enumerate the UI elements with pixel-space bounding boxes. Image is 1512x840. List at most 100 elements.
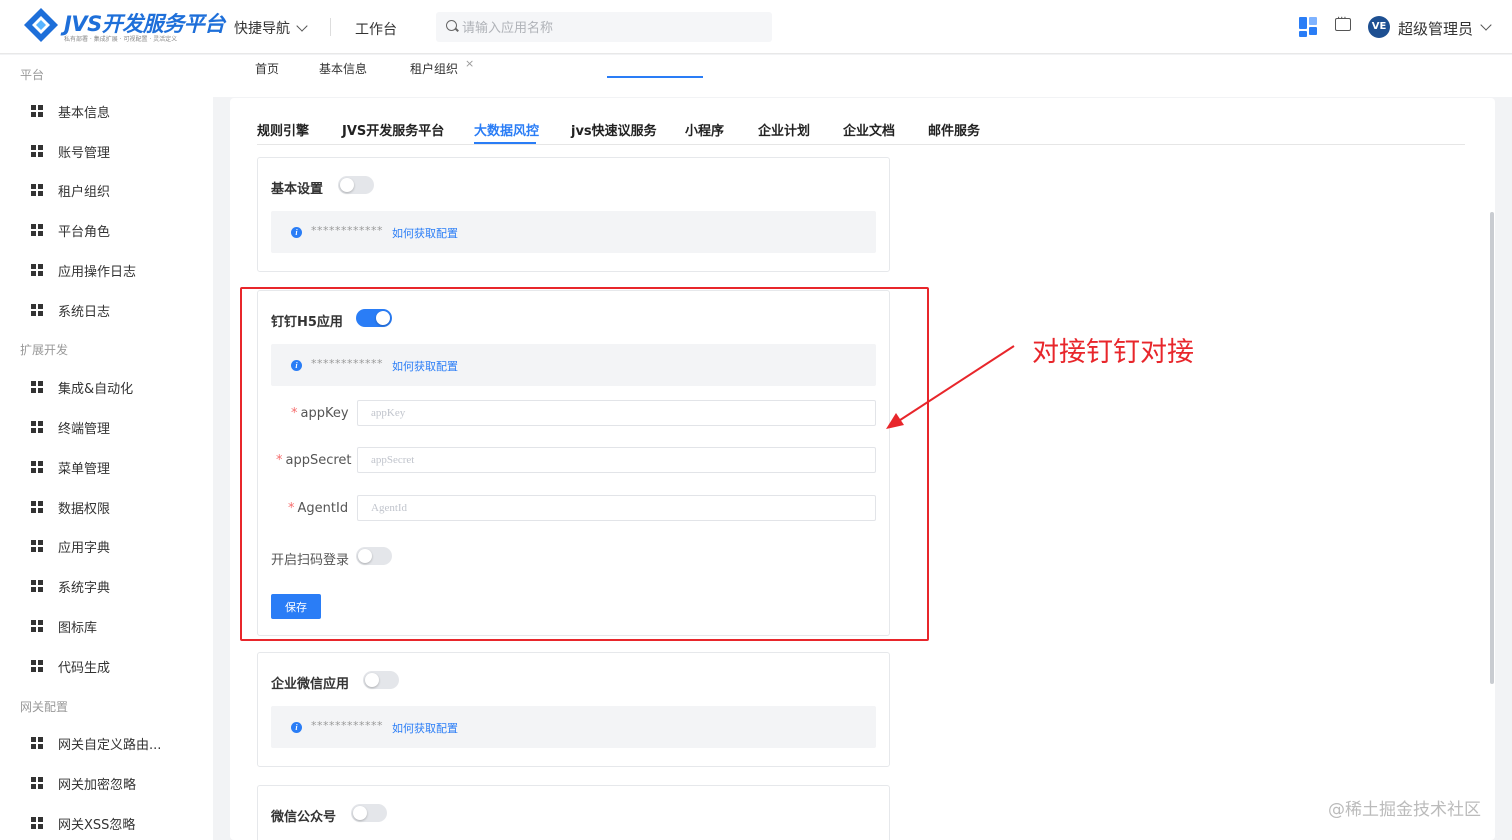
sidebar-item-label: 数据权限 xyxy=(58,502,111,517)
sidebar-item-system-log[interactable]: 系统日志 xyxy=(0,292,213,328)
grid-icon xyxy=(31,184,43,196)
sidebar-item-label: 网关XSS忽略 xyxy=(58,818,136,833)
masked-value: ************ xyxy=(311,224,383,237)
wechat-mp-toggle[interactable] xyxy=(351,804,387,822)
sidebar-item-basic-info[interactable]: 基本信息 xyxy=(0,93,213,129)
tab-home[interactable]: 首页 xyxy=(255,60,279,77)
how-to-config-link[interactable]: 如何获取配置 xyxy=(392,720,458,736)
close-icon[interactable]: × xyxy=(465,57,474,70)
sidebar-item-app-op-log[interactable]: 应用操作日志 xyxy=(0,252,213,288)
card-title: 企业微信应用 xyxy=(271,677,350,692)
grid-icon xyxy=(31,304,43,316)
search-icon xyxy=(446,20,457,31)
subtab-mail-service[interactable]: 邮件服务 xyxy=(928,120,980,139)
sidebar: 平台 基本信息 账号管理 租户组织 平台角色 应用操作日志 系统日志 扩展开发 … xyxy=(0,55,213,840)
quick-nav-menu[interactable]: 快捷导航 xyxy=(234,18,308,38)
workbench-link[interactable]: 工作台 xyxy=(355,19,397,39)
card-basic-settings: 基本设置 i ************ 如何获取配置 xyxy=(257,157,890,272)
sidebar-item-sys-dict[interactable]: 系统字典 xyxy=(0,568,213,604)
sidebar-item-gw-encrypt[interactable]: 网关加密忽略 xyxy=(0,765,213,801)
grid-icon xyxy=(31,777,43,789)
page-tabs: 首页 基本信息 租户组织 × xyxy=(213,55,1512,97)
grid-icon xyxy=(31,381,43,393)
message-icon[interactable] xyxy=(1335,13,1351,31)
grid-icon xyxy=(31,264,43,276)
card-wechat-mp: 微信公众号 xyxy=(257,785,890,840)
sidebar-item-label: 菜单管理 xyxy=(58,462,111,477)
info-box: i ************ 如何获取配置 xyxy=(271,211,876,253)
sidebar-item-label: 系统字典 xyxy=(58,581,111,596)
subtab-enterprise-plan[interactable]: 企业计划 xyxy=(758,120,810,139)
basic-settings-toggle[interactable] xyxy=(338,176,374,194)
grid-icon xyxy=(31,224,43,236)
sidebar-item-terminals[interactable]: 终端管理 xyxy=(0,409,213,445)
sidebar-item-label: 平台角色 xyxy=(58,225,111,240)
watermark: @稀土掘金技术社区 xyxy=(1328,800,1481,820)
sidebar-group-platform: 平台 xyxy=(20,68,45,82)
grid-icon xyxy=(31,660,43,672)
app-search xyxy=(436,12,772,42)
sidebar-item-tenant-org[interactable]: 租户组织 xyxy=(0,172,213,208)
info-icon: i xyxy=(291,722,302,733)
sidebar-item-data-perm[interactable]: 数据权限 xyxy=(0,489,213,525)
grid-icon xyxy=(31,461,43,473)
subtab-mini-program[interactable]: 小程序 xyxy=(685,120,724,139)
grid-icon xyxy=(31,540,43,552)
info-icon: i xyxy=(291,227,302,238)
grid-icon xyxy=(31,620,43,632)
subtab-rule-engine[interactable]: 规则引擎 xyxy=(257,120,309,139)
apps-grid-icon[interactable] xyxy=(1299,17,1319,37)
annotation-highlight-box xyxy=(240,287,929,641)
sidebar-item-gw-xss[interactable]: 网关XSS忽略 xyxy=(0,805,213,840)
sidebar-item-gw-routes[interactable]: 网关自定义路由... xyxy=(0,725,213,761)
logo-diamond-icon xyxy=(24,8,58,42)
subtab-jvs-quick-meeting[interactable]: jvs快速议服务 xyxy=(571,120,657,139)
sidebar-item-label: 应用操作日志 xyxy=(58,265,137,280)
sidebar-item-label: 租户组织 xyxy=(58,185,111,200)
grid-icon xyxy=(31,737,43,749)
top-header: JVS开发服务平台 私有部署 · 集成扩展 · 可视配置 · 灵活定义 快捷导航… xyxy=(0,0,1512,54)
annotation-text: 对接钉钉对接 xyxy=(1032,337,1194,368)
tab-tenant-org[interactable]: 租户组织 xyxy=(410,60,458,77)
how-to-config-link[interactable]: 如何获取配置 xyxy=(392,225,458,241)
subtab-divider xyxy=(257,144,1465,145)
sidebar-item-label: 图标库 xyxy=(58,621,98,636)
card-wecom: 企业微信应用 i ************ 如何获取配置 xyxy=(257,652,890,767)
tab-basic-info[interactable]: 基本信息 xyxy=(319,60,367,77)
search-input[interactable] xyxy=(462,12,762,42)
sidebar-item-accounts[interactable]: 账号管理 xyxy=(0,133,213,169)
avatar[interactable]: VE xyxy=(1368,16,1390,38)
info-box: i ************ 如何获取配置 xyxy=(271,706,876,748)
scrollbar[interactable] xyxy=(1490,212,1494,684)
grid-icon xyxy=(31,421,43,433)
grid-icon xyxy=(31,145,43,157)
annotation-arrow-icon xyxy=(886,345,1015,429)
subtab-big-data-risk[interactable]: 大数据风控 xyxy=(474,120,539,139)
sidebar-item-app-dict[interactable]: 应用字典 xyxy=(0,528,213,564)
header-divider xyxy=(330,18,331,36)
sidebar-item-codegen[interactable]: 代码生成 xyxy=(0,648,213,684)
sidebar-item-platform-roles[interactable]: 平台角色 xyxy=(0,212,213,248)
sidebar-item-label: 基本信息 xyxy=(58,106,111,121)
app-logo[interactable]: JVS开发服务平台 私有部署 · 集成扩展 · 可视配置 · 灵活定义 xyxy=(22,6,225,46)
masked-value: ************ xyxy=(311,719,383,732)
chevron-down-icon[interactable] xyxy=(1480,19,1492,31)
grid-icon xyxy=(31,580,43,592)
subtab-enterprise-docs[interactable]: 企业文档 xyxy=(843,120,895,139)
card-title: 微信公众号 xyxy=(271,810,337,825)
active-subtab-indicator xyxy=(474,142,536,144)
quick-nav-label: 快捷导航 xyxy=(234,21,290,37)
sidebar-item-label: 网关加密忽略 xyxy=(58,778,137,793)
subtab-jvs-platform[interactable]: JVS开发服务平台 xyxy=(342,120,444,139)
logo-subtitle: 私有部署 · 集成扩展 · 可视配置 · 灵活定义 xyxy=(64,36,178,43)
sidebar-item-label: 代码生成 xyxy=(58,661,111,676)
sidebar-item-label: 系统日志 xyxy=(58,305,111,320)
sidebar-item-label: 集成&自动化 xyxy=(58,382,134,397)
sidebar-item-icon-lib[interactable]: 图标库 xyxy=(0,608,213,644)
sidebar-item-menus[interactable]: 菜单管理 xyxy=(0,449,213,485)
chevron-down-icon xyxy=(296,20,308,32)
user-name[interactable]: 超级管理员 xyxy=(1398,18,1473,39)
wecom-toggle[interactable] xyxy=(363,671,399,689)
sidebar-item-integration[interactable]: 集成&自动化 xyxy=(0,369,213,405)
sidebar-group-gateway: 网关配置 xyxy=(20,700,69,714)
